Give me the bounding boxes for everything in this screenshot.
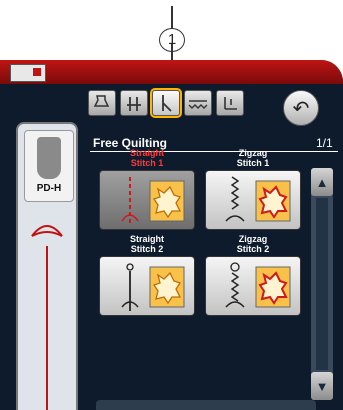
foot-pressure-button[interactable]	[88, 90, 116, 116]
needle-position-button[interactable]	[150, 88, 182, 118]
presser-foot-label: PD-H	[36, 183, 62, 194]
stitch-zigzag-2[interactable]: Zigzag Stitch 2	[204, 234, 302, 316]
scroll-up-button[interactable]: ▲	[311, 168, 333, 196]
stitch-label-line1: Zigzag	[238, 148, 268, 158]
stitch-label-line1: Straight	[129, 148, 164, 158]
stitch-label-line2: Stitch 2	[236, 244, 270, 254]
stitch-pattern-button[interactable]	[184, 90, 212, 116]
stitch-label-line2: Stitch 1	[236, 158, 270, 168]
thread-tension-button[interactable]	[216, 90, 244, 116]
zigzag-stitch-icon	[225, 176, 291, 222]
zigzag-stitch-icon	[225, 262, 291, 308]
stitch-label-line1: Zigzag	[238, 234, 268, 244]
presser-foot-icon	[37, 137, 61, 179]
stitch-button[interactable]	[99, 256, 195, 316]
undo-arrow-icon: ↶	[292, 97, 310, 120]
feed-dog-icon	[127, 97, 141, 111]
needle-position-indicator	[31, 225, 63, 410]
scroll-down-button[interactable]: ▼	[311, 372, 333, 400]
presser-foot-panel: PD-H	[16, 122, 78, 410]
stitch-label-line2: Stitch 2	[130, 244, 164, 254]
stitch-straight-1[interactable]: Straight Stitch 1	[98, 148, 196, 230]
back-button[interactable]: ↶	[283, 90, 319, 126]
page-number: 1/1	[316, 136, 333, 150]
scroll-track[interactable]	[316, 198, 328, 370]
top-bar	[0, 60, 343, 84]
foot-pressure-icon	[93, 95, 110, 107]
machine-screen: ↶ PD-H Free Quilting 1/1 Straight Stitch…	[0, 60, 343, 410]
stitch-label-line2: Stitch 1	[130, 158, 164, 168]
stitch-button[interactable]	[205, 170, 301, 230]
bottom-strip	[96, 400, 316, 410]
stitch-button[interactable]	[99, 170, 195, 230]
machine-logo-icon	[10, 64, 46, 82]
stitch-straight-2[interactable]: Straight Stitch 2	[98, 234, 196, 316]
stitch-pattern-icon	[188, 100, 208, 109]
stitch-button[interactable]	[205, 256, 301, 316]
stitch-zigzag-1[interactable]: Zigzag Stitch 1	[204, 148, 302, 230]
straight-stitch-icon	[121, 263, 185, 311]
straight-stitch-icon	[121, 177, 185, 225]
presser-foot-indicator[interactable]: PD-H	[24, 130, 74, 202]
scrollbar[interactable]: ▲ ▼	[311, 168, 333, 400]
needle-position-icon	[162, 95, 172, 112]
feed-dog-button[interactable]	[120, 90, 148, 116]
triangle-up-icon: ▲	[315, 174, 329, 190]
triangle-down-icon: ▼	[315, 378, 329, 394]
thread-tension-icon	[224, 97, 237, 110]
stitch-label-line1: Straight	[129, 234, 164, 244]
